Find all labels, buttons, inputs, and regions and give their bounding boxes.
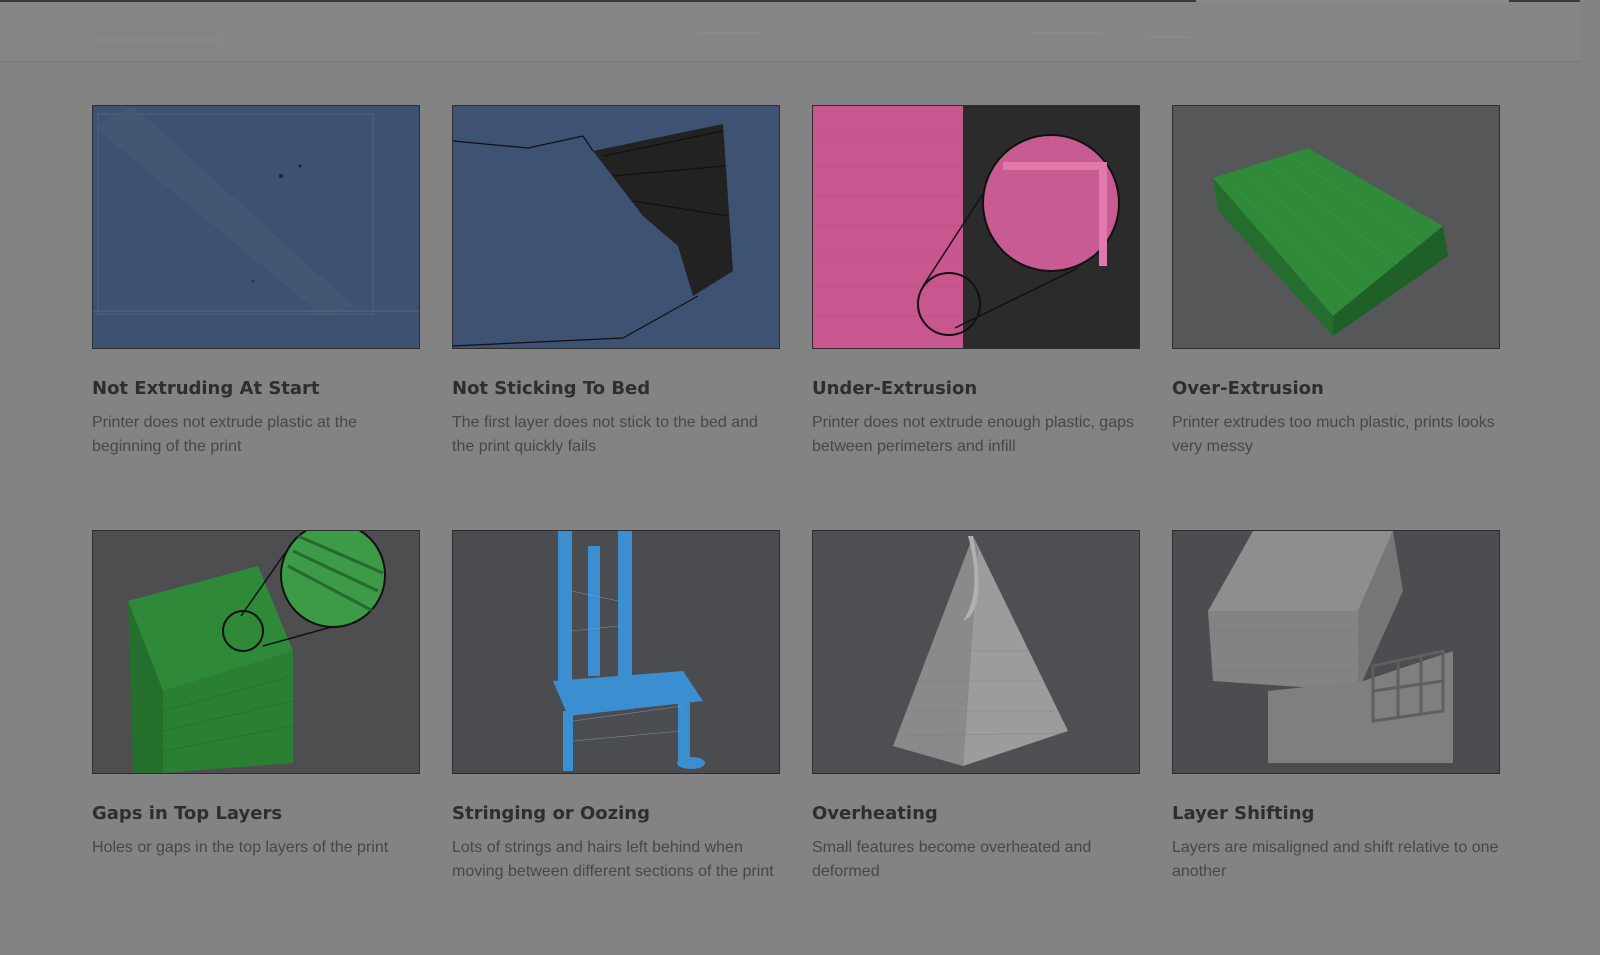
blue-tape-bed-photo[interactable] [92,105,420,349]
issue-title[interactable]: Not Sticking To Bed [452,377,780,401]
issue-title[interactable]: Not Extruding At Start [92,377,420,401]
gray-pyramid-print-photo[interactable] [812,530,1140,774]
issue-card: Stringing or Oozing Lots of strings and … [452,530,780,955]
green-messy-print-photo[interactable] [1172,105,1500,349]
issue-card: Not Sticking To Bed The first layer does… [452,105,780,530]
site-header [0,0,1580,62]
issue-description: Layers are misaligned and shift relative… [1172,839,1499,880]
gray-shifted-block-photo[interactable] [1172,530,1500,774]
issue-description: Printer does not extrude plastic at the … [92,414,358,455]
pink-print-magnified-photo[interactable] [812,105,1140,349]
issue-card: Not Extruding At Start Printer does not … [92,105,420,530]
issue-description: Holes or gaps in the top layers of the p… [92,839,389,856]
issue-description: Small features become overheated and def… [812,839,1092,880]
header-nav-placeholder [1030,32,1100,34]
issue-description: The first layer does not stick to the be… [452,414,758,455]
blue-chair-print-photo[interactable] [452,530,780,774]
issue-title[interactable]: Over-Extrusion [1172,377,1500,401]
issue-card: Layer Shifting Layers are misaligned and… [1172,530,1500,955]
header-nav-placeholder [700,32,760,34]
issue-card: Overheating Small features become overhe… [812,530,1140,955]
troubleshooting-grid: Not Extruding At Start Printer does not … [92,105,1500,955]
header-nav-placeholder [1150,36,1190,38]
issue-title[interactable]: Overheating [812,802,1140,826]
issue-description: Printer does not extrude enough plastic,… [812,414,1134,455]
issue-description: Printer extrudes too much plastic, print… [1172,414,1495,455]
issue-card: Gaps in Top Layers Holes or gaps in the … [92,530,420,955]
issue-card: Under-Extrusion Printer does not extrude… [812,105,1140,530]
issue-title[interactable]: Stringing or Oozing [452,802,780,826]
failed-print-on-bed-photo[interactable] [452,105,780,349]
issue-title[interactable]: Gaps in Top Layers [92,802,420,826]
issue-title[interactable]: Under-Extrusion [812,377,1140,401]
issue-card: Over-Extrusion Printer extrudes too much… [1172,105,1500,530]
issue-description: Lots of strings and hairs left behind wh… [452,839,774,880]
issue-title[interactable]: Layer Shifting [1172,802,1500,826]
header-logo-placeholder [92,39,222,41]
green-cube-magnified-photo[interactable] [92,530,420,774]
header-tab-highlight [1196,0,1509,3]
